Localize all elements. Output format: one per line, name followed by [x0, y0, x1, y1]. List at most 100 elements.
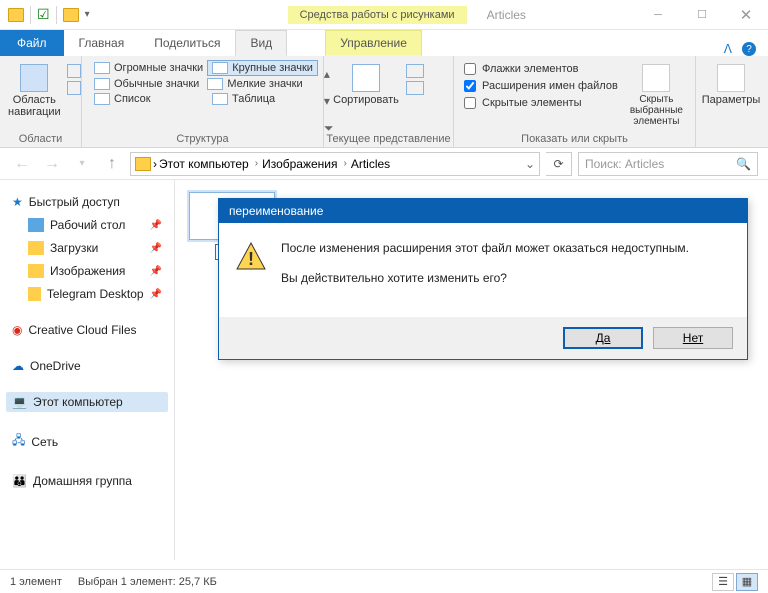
nav-pane-button[interactable]: Область навигации: [8, 60, 61, 143]
search-box[interactable]: Поиск: Articles 🔍: [578, 152, 758, 176]
sort-icon: [352, 64, 380, 92]
hide-selected-label: Скрыть выбранные элементы: [626, 94, 687, 127]
status-selection: Выбран 1 элемент: 25,7 КБ: [78, 576, 217, 588]
layout-large[interactable]: Крупные значки: [207, 60, 318, 76]
quick-access-toolbar: ☑ ▾: [0, 6, 98, 24]
large-icons-view-button[interactable]: ▦: [736, 573, 758, 591]
new-folder-icon[interactable]: [63, 8, 79, 22]
chevron-right-icon[interactable]: ›: [153, 157, 157, 171]
layout-table[interactable]: Таблица: [208, 92, 279, 106]
pin-icon: 📌: [150, 289, 162, 300]
up-button[interactable]: ↑: [100, 152, 124, 176]
options-button[interactable]: Параметры: [704, 60, 758, 143]
pin-icon: 📌: [150, 243, 162, 254]
minimize-ribbon-icon[interactable]: ᐱ: [724, 42, 732, 56]
yes-button[interactable]: Да: [563, 327, 643, 349]
status-item-count: 1 элемент: [10, 576, 62, 588]
view-switcher: ☰ ▦: [712, 573, 758, 591]
dialog-buttons: Да Нет: [219, 317, 747, 359]
onedrive-icon: ☁: [12, 359, 24, 373]
group-show-hide-label: Показать или скрыть: [454, 133, 695, 145]
chk-hidden-items[interactable]: Скрытые элементы: [462, 96, 620, 110]
pictures-icon: [28, 264, 44, 278]
nav-this-pc[interactable]: 💻Этот компьютер: [6, 392, 168, 412]
nav-desktop[interactable]: Рабочий стол📌: [6, 215, 168, 235]
extra-large-icon: [94, 62, 110, 74]
window-controls: ─ ☐ ✕: [636, 0, 768, 30]
properties-icon[interactable]: ☑: [37, 6, 50, 23]
back-button[interactable]: ←: [10, 152, 34, 176]
group-layout: Огромные значки Крупные значки Обычные з…: [82, 56, 324, 147]
pin-icon: 📌: [150, 266, 162, 277]
nav-network[interactable]: 🖧Сеть: [6, 428, 168, 455]
minimize-button[interactable]: ─: [636, 0, 680, 30]
refresh-button[interactable]: ⟳: [546, 152, 572, 176]
breadcrumb[interactable]: › Этот компьютер› Изображения› Articles …: [130, 152, 540, 176]
hide-selected-icon: [642, 64, 670, 92]
maximize-button[interactable]: ☐: [680, 0, 724, 30]
large-icon: [212, 62, 228, 74]
folder-icon: [135, 157, 151, 171]
rename-dialog: переименование ! После изменения расшире…: [218, 198, 748, 360]
chk-item-checkboxes[interactable]: Флажки элементов: [462, 62, 620, 76]
group-current-view-label: Текущее представление: [324, 133, 453, 145]
nav-creative-cloud[interactable]: ◉Creative Cloud Files: [6, 320, 168, 340]
star-icon: ★: [12, 195, 23, 209]
tab-home[interactable]: Главная: [64, 30, 140, 56]
nav-pane-label: Область навигации: [8, 94, 61, 118]
layout-extra-large[interactable]: Огромные значки: [90, 60, 207, 76]
dialog-line2: Вы действительно хотите изменить его?: [281, 271, 689, 285]
tab-manage[interactable]: Управление: [325, 30, 422, 56]
folder-icon[interactable]: [8, 8, 24, 22]
navigation-pane[interactable]: ★Быстрый доступ Рабочий стол📌 Загрузки📌 …: [0, 180, 175, 560]
crumb-this-pc[interactable]: Этот компьютер›: [159, 157, 260, 171]
options-icon: [717, 64, 745, 92]
hide-selected-button[interactable]: Скрыть выбранные элементы: [626, 60, 687, 143]
size-columns-icon[interactable]: [406, 81, 424, 95]
group-panes-label: Области: [0, 133, 81, 145]
close-button[interactable]: ✕: [724, 0, 768, 30]
tab-view[interactable]: Вид: [235, 30, 287, 56]
details-pane-icon[interactable]: [67, 81, 81, 95]
group-panes: Область навигации Области: [0, 56, 82, 147]
status-bar: 1 элемент Выбран 1 элемент: 25,7 КБ ☰ ▦: [0, 569, 768, 593]
creative-cloud-icon: ◉: [12, 323, 22, 337]
group-show-hide: Флажки элементов Расширения имен файлов …: [454, 56, 696, 147]
nav-downloads[interactable]: Загрузки📌: [6, 238, 168, 258]
nav-homegroup[interactable]: 👪Домашняя группа: [6, 471, 168, 491]
nav-telegram[interactable]: Telegram Desktop📌: [6, 284, 168, 304]
history-dropdown[interactable]: ▾: [70, 152, 94, 176]
crumb-folder[interactable]: Articles: [351, 157, 390, 171]
tab-file[interactable]: Файл: [0, 30, 64, 56]
separator: [56, 6, 57, 24]
dialog-text: После изменения расширения этот файл мож…: [281, 241, 689, 301]
chk-file-extensions[interactable]: Расширения имен файлов: [462, 79, 620, 93]
group-current-view: Сортировать Текущее представление: [324, 56, 454, 147]
nav-onedrive[interactable]: ☁OneDrive: [6, 356, 168, 376]
title-bar: ☑ ▾ Средства работы с рисунками Articles…: [0, 0, 768, 30]
nav-quick-access[interactable]: ★Быстрый доступ: [6, 192, 168, 212]
table-icon: [212, 93, 228, 105]
dialog-title: переименование: [219, 199, 747, 223]
layout-list[interactable]: Список: [90, 92, 208, 106]
add-columns-icon[interactable]: [406, 64, 424, 78]
preview-pane-icon[interactable]: [67, 64, 81, 78]
no-button[interactable]: Нет: [653, 327, 733, 349]
search-icon: 🔍: [736, 157, 751, 171]
forward-button[interactable]: →: [40, 152, 64, 176]
downloads-icon: [28, 241, 44, 255]
qat-dropdown-icon[interactable]: ▾: [85, 9, 90, 20]
layout-small[interactable]: Мелкие значки: [203, 77, 306, 91]
crumb-pictures[interactable]: Изображения›: [262, 157, 349, 171]
layout-medium[interactable]: Обычные значки: [90, 77, 203, 91]
tab-share[interactable]: Поделиться: [139, 30, 235, 56]
details-view-button[interactable]: ☰: [712, 573, 734, 591]
list-icon: [94, 93, 110, 105]
help-icon[interactable]: ?: [742, 42, 756, 56]
small-icon: [207, 78, 223, 90]
layout-gallery[interactable]: Огромные значки Крупные значки Обычные з…: [90, 60, 318, 143]
nav-pictures[interactable]: Изображения📌: [6, 261, 168, 281]
separator: [30, 6, 31, 24]
sort-button[interactable]: Сортировать: [332, 60, 400, 143]
breadcrumb-dropdown-icon[interactable]: ⌄: [525, 157, 535, 171]
